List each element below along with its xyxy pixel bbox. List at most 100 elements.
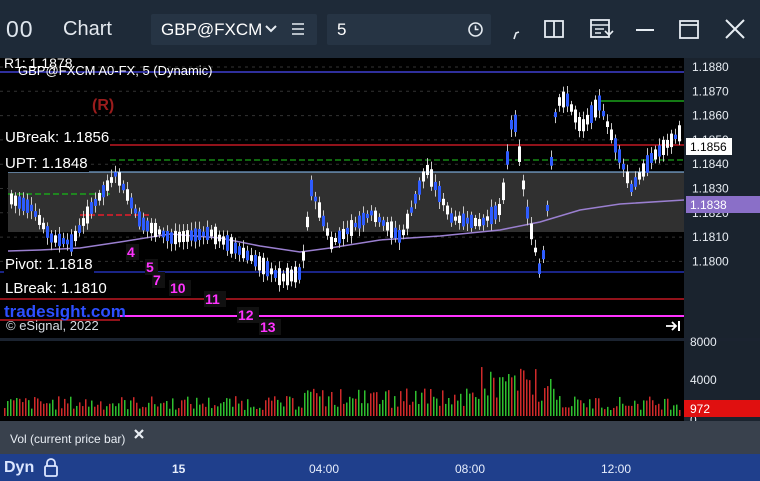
volume-bar xyxy=(232,406,234,416)
volume-bar xyxy=(601,407,603,416)
candle xyxy=(246,250,249,261)
close-icon[interactable] xyxy=(722,15,748,43)
scroll-to-end-icon[interactable] xyxy=(664,319,682,333)
volume-bar xyxy=(643,400,645,416)
volume-bar xyxy=(445,403,447,416)
volume-bar xyxy=(514,375,516,416)
volume-bar xyxy=(571,406,573,416)
chevron-down-icon[interactable] xyxy=(263,21,279,37)
dynamic-label[interactable]: Dyn xyxy=(4,459,34,477)
candle xyxy=(678,125,681,142)
candle xyxy=(198,228,201,241)
volume-bar xyxy=(577,399,579,416)
volume-current-text: 972 xyxy=(690,402,710,416)
volume-bar xyxy=(667,398,669,416)
price-tag-ma-text: 1.1838 xyxy=(690,198,727,212)
volume-bar xyxy=(196,397,198,416)
candle xyxy=(206,226,209,241)
candle xyxy=(286,267,289,286)
candle xyxy=(642,163,645,177)
candle xyxy=(462,213,465,227)
candle xyxy=(58,233,61,247)
price-chart[interactable]: 45710111213 1.18801.18701.18601.18501.18… xyxy=(0,58,760,454)
interval-value[interactable]: 5 xyxy=(337,20,346,40)
candle xyxy=(586,114,589,125)
candle xyxy=(414,194,417,204)
volume-bar xyxy=(397,406,399,416)
candle xyxy=(230,237,233,254)
volume-bar xyxy=(244,409,246,416)
volume-bar xyxy=(172,398,174,416)
volume-bar xyxy=(235,396,237,416)
close-icon[interactable] xyxy=(132,427,146,441)
volume-bar xyxy=(52,399,54,416)
volume-bar xyxy=(481,367,483,416)
volume-bar xyxy=(463,405,465,416)
minimize-icon[interactable] xyxy=(632,15,658,43)
volume-bar xyxy=(199,404,201,416)
volume-bar xyxy=(589,399,591,416)
symbol-input[interactable]: GBP@FXCM xyxy=(151,14,317,45)
volume-bar xyxy=(25,398,27,416)
candle xyxy=(18,196,21,209)
candle xyxy=(162,230,165,238)
volume-bar xyxy=(142,406,144,416)
volume-bar xyxy=(31,408,33,416)
volume-bar xyxy=(169,408,171,416)
volume-bar xyxy=(523,370,525,416)
symbol-value[interactable]: GBP@FXCM xyxy=(161,20,261,40)
volume-bar xyxy=(451,404,453,416)
candle xyxy=(626,171,629,184)
menu-icon[interactable] xyxy=(290,21,306,37)
volume-bar xyxy=(619,396,621,416)
volume-bar xyxy=(256,409,258,416)
maximize-icon[interactable] xyxy=(676,15,702,43)
volume-bar xyxy=(586,407,588,416)
chart-area[interactable]: 45710111213 1.18801.18701.18601.18501.18… xyxy=(0,55,760,454)
volume-bar xyxy=(115,406,117,416)
volume-bar xyxy=(334,404,336,416)
volume-bar xyxy=(64,398,66,416)
volume-bar xyxy=(166,400,168,416)
clock-icon[interactable] xyxy=(467,21,484,38)
volume-bar xyxy=(46,403,48,416)
interval-input[interactable]: 5 xyxy=(327,14,491,45)
lock-icon[interactable] xyxy=(43,458,59,477)
volume-bar xyxy=(133,397,135,416)
volume-bar xyxy=(412,401,414,416)
candle xyxy=(138,211,141,227)
volume-bar xyxy=(310,391,312,416)
volume-bar xyxy=(181,400,183,416)
volume-bar xyxy=(202,403,204,416)
volume-bar xyxy=(205,406,207,416)
volume-bar xyxy=(649,396,651,416)
lbreak-label: LBreak: 1.1810 xyxy=(4,280,108,297)
volume-bar xyxy=(616,406,618,416)
candle xyxy=(258,256,261,271)
r-marker: (R) xyxy=(92,97,115,114)
volume-bar xyxy=(145,407,147,416)
pane-separator[interactable] xyxy=(0,338,760,341)
candle xyxy=(554,112,557,118)
candle xyxy=(70,234,73,252)
volume-bar xyxy=(478,398,480,416)
volume-bar xyxy=(61,408,63,416)
candle xyxy=(214,226,217,245)
volume-bar xyxy=(610,409,612,416)
volume-bar xyxy=(364,390,366,416)
volume-bar xyxy=(241,400,243,416)
candle xyxy=(282,273,285,282)
volume-bar xyxy=(100,401,102,416)
candle xyxy=(526,206,529,219)
volume-bar xyxy=(247,399,249,416)
volume-bar xyxy=(271,400,273,416)
volume-bar xyxy=(646,400,648,416)
price-tag-upper-text: 1.1856 xyxy=(690,140,727,154)
draw-icon[interactable] xyxy=(504,15,530,43)
volume-bar xyxy=(34,397,36,416)
candle xyxy=(518,146,521,162)
volume-bar xyxy=(409,404,411,416)
time-axis[interactable]: Dyn 15 04:00 08:00 12:00 xyxy=(0,454,760,481)
layout-icon[interactable] xyxy=(541,15,567,43)
save-layout-icon[interactable] xyxy=(588,15,614,43)
